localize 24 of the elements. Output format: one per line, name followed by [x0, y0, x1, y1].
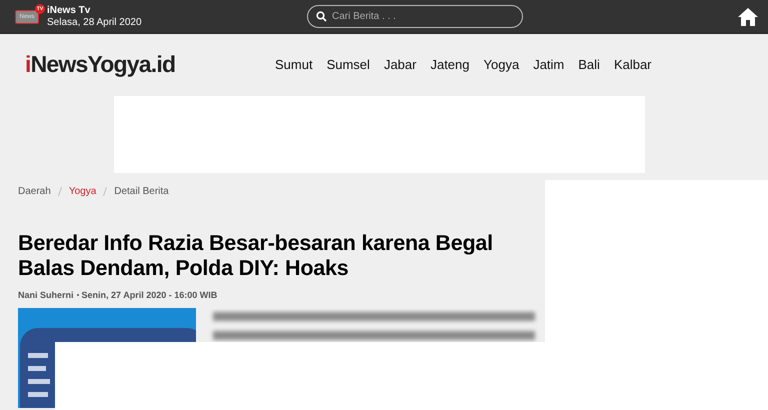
separator-dot: [76, 294, 79, 296]
breadcrumb-separator: [58, 187, 62, 196]
nav-link[interactable]: Jabar: [384, 56, 416, 72]
breadcrumb-link[interactable]: Yogya: [68, 186, 96, 197]
breadcrumb-separator: [103, 187, 108, 196]
article-author: Nani Suherni: [18, 290, 74, 300]
article-date: Senin, 27 April 2020 - 16:00 WIB: [82, 290, 218, 300]
current-date: Selasa, 28 April 2020: [47, 16, 143, 28]
nav-link[interactable]: Bali: [578, 56, 600, 72]
nav-link[interactable]: Kalbar: [614, 56, 652, 72]
article-title: Beredar Info Razia Besar-besaran karena Begal Balas Dendam, Polda DIY: Hoaks: [18, 231, 494, 281]
breadcrumb-link[interactable]: Daerah: [18, 186, 51, 197]
channel-name: iNews Tv: [47, 4, 92, 16]
nav-link[interactable]: Jatim: [533, 56, 564, 72]
home-icon[interactable]: [738, 8, 758, 26]
search-bar[interactable]: Cari Berita . . .: [307, 5, 523, 28]
nav-link[interactable]: Sumsel: [326, 56, 370, 72]
nav-link[interactable]: Jateng: [430, 56, 470, 72]
search-icon: [316, 11, 327, 22]
nav-link[interactable]: Yogya: [484, 56, 520, 72]
nav-link[interactable]: Sumut: [275, 56, 313, 72]
site-logo[interactable]: iNewsYogya.id: [25, 50, 275, 78]
search-input[interactable]: Cari Berita . . .: [332, 11, 512, 22]
breadcrumb-link[interactable]: Detail Berita: [114, 186, 169, 197]
